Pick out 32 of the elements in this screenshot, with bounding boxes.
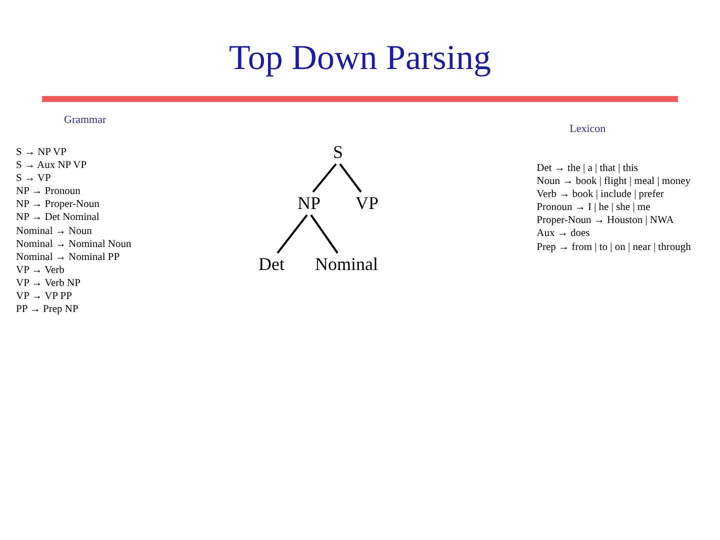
tree-node-label: VP bbox=[355, 193, 378, 213]
grammar-rule: PP → Prep NP bbox=[16, 303, 78, 316]
grammar-rule: VP → Verb bbox=[16, 264, 64, 277]
grammar-rule: S → VP bbox=[16, 172, 51, 186]
tree-node-label: NP bbox=[297, 193, 320, 213]
lexicon-entry: Proper-Noun → Houston | NWA bbox=[536, 214, 674, 228]
lexicon-entry: Noun → book | flight | meal | money bbox=[536, 175, 690, 188]
tree-node-label: Det bbox=[258, 254, 284, 274]
grammar-rule: NP → Pronoun bbox=[16, 185, 80, 198]
grammar-rule: Nominal → Noun bbox=[16, 224, 92, 238]
tree-node-label: Nominal bbox=[314, 254, 378, 274]
tree-node-label: S bbox=[332, 142, 343, 162]
lexicon-entry: Pronoun → I | he | she | me bbox=[536, 201, 650, 214]
lexicon-entry: Prep → from | to | on | near | through bbox=[536, 240, 691, 254]
grammar-rule: S → NP VP bbox=[16, 146, 66, 160]
grammar-rule: Nominal → Nominal Noun bbox=[16, 238, 132, 251]
lexicon-entry: Verb → book | include | prefer bbox=[536, 188, 664, 202]
grammar-heading: Grammar bbox=[64, 114, 106, 126]
grammar-rule: Nominal → Nominal PP bbox=[16, 250, 120, 264]
tree-edge bbox=[338, 163, 362, 193]
lexicon-entry: Aux → does bbox=[536, 227, 590, 241]
tree-edge bbox=[310, 214, 338, 254]
lexicon-entry: Det → the | a | that | this bbox=[536, 162, 638, 176]
grammar-rule: S → Aux NP VP bbox=[16, 159, 87, 172]
lexicon-heading: Lexicon bbox=[570, 123, 606, 135]
grammar-rule: VP → Verb NP bbox=[16, 276, 80, 290]
slide-title: Top Down Parsing bbox=[229, 38, 491, 78]
grammar-rule: NP → Det Nominal bbox=[16, 211, 100, 225]
tree-edge bbox=[312, 163, 336, 193]
tree-edge bbox=[276, 214, 308, 254]
grammar-rule: VP → VP PP bbox=[16, 290, 72, 304]
grammar-rule: NP → Proper-Noun bbox=[16, 198, 100, 212]
